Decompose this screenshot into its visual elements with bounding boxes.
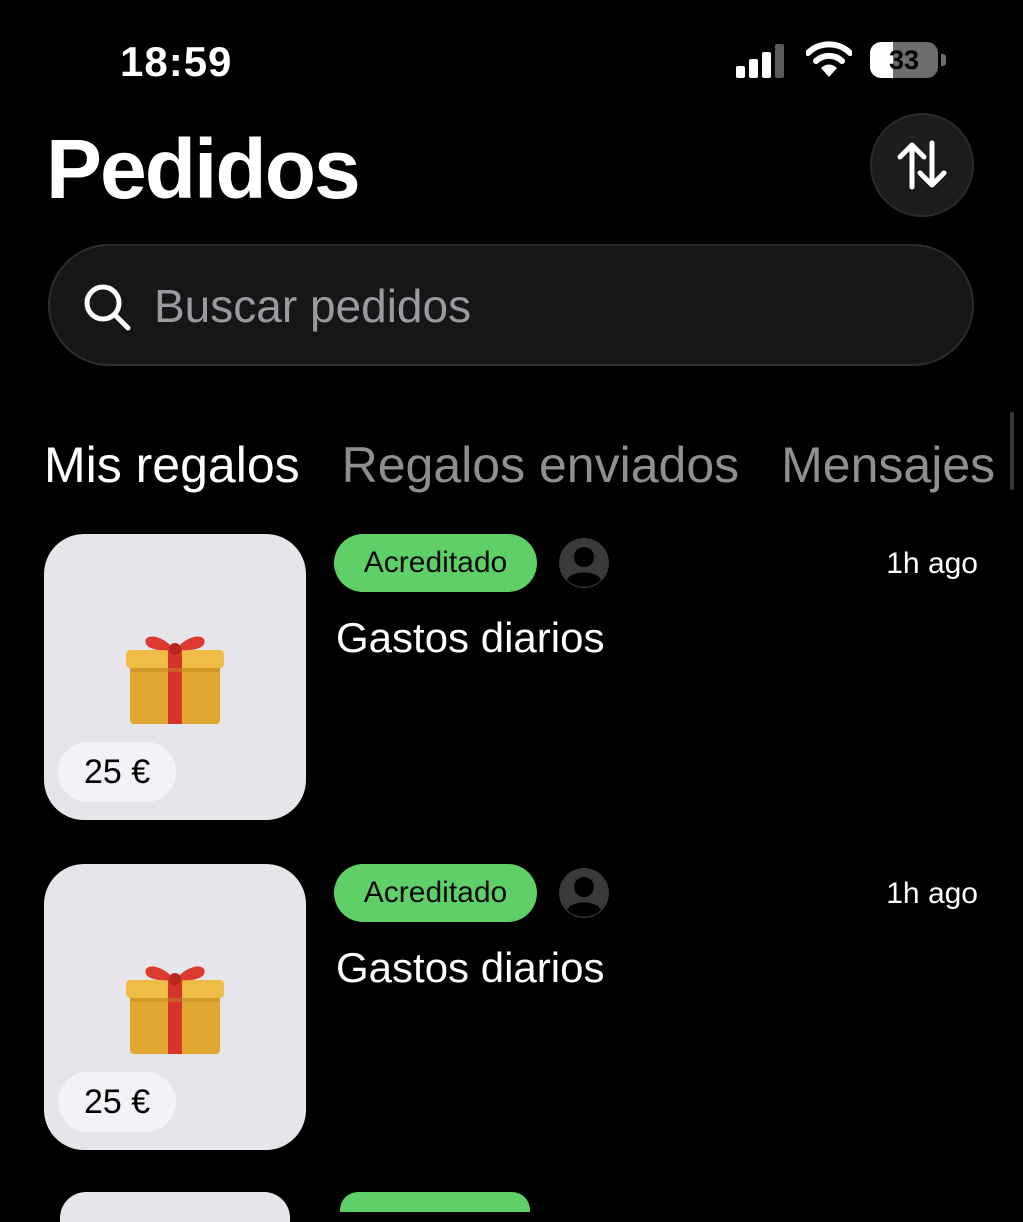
status-bar: 18:59 33 [0,0,1023,110]
status-badge: Acreditado [334,864,537,922]
battery-level: 33 [888,45,920,75]
gift-thumbnail[interactable]: 25 € [44,534,306,820]
page-title: Pedidos [46,122,361,216]
order-title: Gastos diarios [336,944,605,991]
gift-box-icon [126,636,224,724]
tab-list: Mis regalos Regalos enviados Mensajes [44,430,995,500]
wifi-icon [806,41,852,77]
order-row[interactable]: 25 € Acreditado 1h ago Gastos diarios [0,534,1023,824]
timestamp: 1h ago [886,547,978,580]
status-badge: Acreditado [334,534,537,592]
price-label: 25 € [58,1072,177,1132]
scroll-indicator [1010,412,1014,490]
avatar-icon [559,868,609,918]
search-icon [84,284,131,331]
gift-thumbnail[interactable]: 25 € [44,864,306,1150]
sort-arrows-icon [897,140,947,190]
avatar-icon [559,538,609,588]
battery-tip [941,54,946,66]
status-badge-partial [340,1192,530,1212]
battery-indicator: 33 [870,42,946,78]
order-title: Gastos diarios [336,614,605,661]
tab-bar: Mis regalos Regalos enviados Mensajes [0,430,1023,504]
timestamp: 1h ago [886,877,978,910]
price-label: 25 € [58,742,177,802]
tab-regalos-enviados[interactable]: Regalos enviados [342,430,740,500]
tab-mis-regalos[interactable]: Mis regalos [44,430,300,500]
status-time: 18:59 [120,38,233,85]
sort-button[interactable] [870,113,974,217]
tab-mensajes[interactable]: Mensajes [781,430,995,500]
gift-thumbnail-partial[interactable] [60,1192,290,1222]
cellular-signal-icon [736,44,784,78]
gift-box-icon [126,966,224,1054]
order-row[interactable]: 25 € Acreditado 1h ago Gastos diarios [0,864,1023,1154]
search-input[interactable] [154,276,934,336]
